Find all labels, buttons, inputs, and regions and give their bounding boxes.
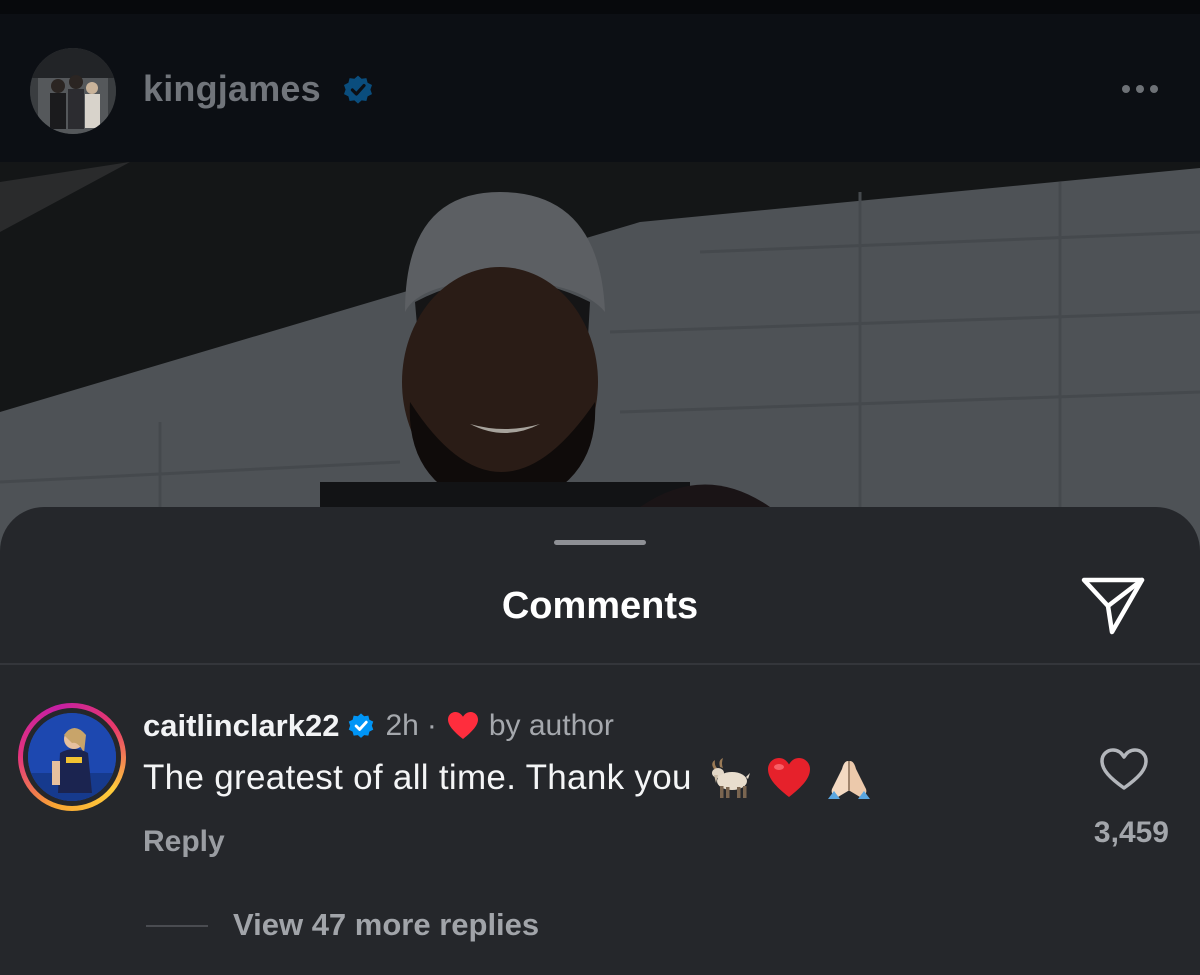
post-author-avatar[interactable] bbox=[30, 48, 116, 134]
comments-sheet: Comments caitlinclark22 2h · by author T… bbox=[0, 507, 1200, 975]
comment-like-count: 3,459 bbox=[1093, 816, 1169, 849]
replies-indent-line bbox=[146, 925, 208, 927]
comment-timestamp: 2h bbox=[385, 709, 419, 742]
reply-button[interactable]: Reply bbox=[143, 825, 225, 859]
sheet-divider bbox=[0, 663, 1200, 665]
heart-outline-icon[interactable] bbox=[1098, 746, 1150, 792]
commenter-username[interactable]: caitlinclark22 bbox=[143, 708, 339, 744]
instagram-post-screen: kingjames Comments caitlinclark22 2h · b… bbox=[0, 0, 1200, 975]
comment-body: The greatest of all time. Thank you bbox=[143, 754, 872, 802]
comments-title: Comments bbox=[501, 585, 699, 627]
verified-badge-icon bbox=[349, 713, 374, 738]
folded-hands-emoji-icon bbox=[827, 761, 870, 799]
meta-separator: · bbox=[426, 709, 437, 742]
comment-meta: caitlinclark22 2h · by author bbox=[143, 705, 614, 747]
liked-by-author-heart-icon bbox=[447, 712, 478, 739]
more-options-icon[interactable] bbox=[1112, 78, 1168, 100]
post-header: kingjames bbox=[0, 14, 1200, 162]
post-author-username[interactable]: kingjames bbox=[143, 68, 321, 110]
red-heart-emoji-icon bbox=[767, 758, 810, 797]
sheet-drag-handle[interactable] bbox=[554, 540, 646, 545]
paper-plane-icon[interactable] bbox=[1080, 574, 1146, 636]
verified-badge-icon bbox=[344, 75, 372, 104]
view-more-replies-button[interactable]: View 47 more replies bbox=[233, 907, 539, 943]
post-photo bbox=[0, 162, 1200, 562]
comment-text: The greatest of all time. Thank you bbox=[143, 758, 692, 797]
commenter-avatar[interactable] bbox=[18, 703, 126, 811]
liked-by-author-label: by author bbox=[488, 709, 614, 742]
goat-emoji-icon bbox=[711, 758, 750, 798]
status-bar-strip bbox=[0, 0, 1200, 14]
